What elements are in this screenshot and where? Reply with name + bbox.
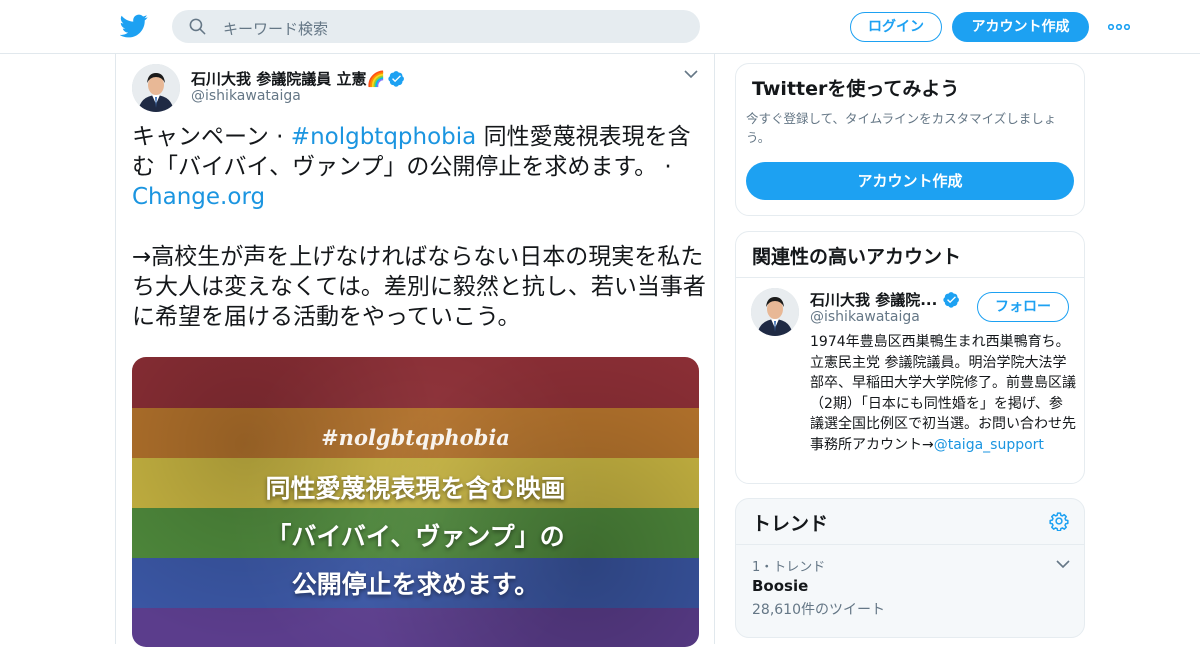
tweet-text: キャンペーン · #nolgbtqphobia 同性愛蔑視表現を含む「バイバイ、… xyxy=(132,122,707,332)
trend-rank: 1・トレンド xyxy=(752,560,826,575)
trend-count: 28,610件のツイート xyxy=(752,602,885,618)
avatar[interactable] xyxy=(751,288,799,336)
signup-card-subtitle: 今すぐ登録して、タイムラインをカスタマイズしましょう。 xyxy=(746,111,1057,145)
related-account-name[interactable]: 石川大我 参議院... xyxy=(810,289,960,310)
related-account-name-text: 石川大我 参議院... xyxy=(810,291,938,309)
search-placeholder: キーワード検索 xyxy=(223,20,329,38)
author-name-text: 石川大我 参議院議員 立憲 xyxy=(191,70,367,88)
trends-card: トレンド 1・トレンド Boosie 28,610件のツイート xyxy=(735,498,1085,638)
login-button[interactable]: ログイン xyxy=(850,12,942,42)
signup-button[interactable]: アカウント作成 xyxy=(952,12,1089,42)
follow-button[interactable]: フォロー xyxy=(977,292,1069,322)
hashtag-link[interactable]: #nolgbtqphobia xyxy=(291,124,476,150)
divider xyxy=(736,544,1084,545)
avatar[interactable] xyxy=(132,64,180,112)
chevron-down-icon[interactable] xyxy=(1056,559,1070,569)
media-hashtag: #nolgbtqphobia xyxy=(321,425,510,450)
rainbow-emoji: 🌈 xyxy=(366,70,386,88)
gear-icon[interactable] xyxy=(1049,511,1069,531)
change-org-link[interactable]: Change.org xyxy=(132,184,265,210)
tweet-text-part1: キャンペーン · xyxy=(132,124,291,150)
author-handle[interactable]: @ishikawataiga xyxy=(191,88,301,104)
signup-card-title: Twitterを使ってみよう xyxy=(752,78,960,100)
tweet-media-image[interactable]: #nolgbtqphobia 同性愛蔑視表現を含む映画 「バイバイ、ヴァンプ」の… xyxy=(132,357,699,647)
verified-badge-icon xyxy=(943,292,960,308)
media-line-1: 同性愛蔑視表現を含む映画 xyxy=(265,474,566,503)
bio-text: 1974年豊島区西巣鴨生まれ西巣鴨育ち。立憲民主党 参議院議員。明治学院大法学部… xyxy=(810,334,1090,453)
trend-name[interactable]: Boosie xyxy=(752,577,808,595)
twitter-bird-icon[interactable] xyxy=(120,12,148,40)
signup-card: Twitterを使ってみよう 今すぐ登録して、タイムラインをカスタマイズしましょ… xyxy=(735,63,1085,216)
verified-badge-icon xyxy=(388,71,405,87)
signup-card-button[interactable]: アカウント作成 xyxy=(746,162,1074,200)
chevron-down-icon[interactable] xyxy=(683,68,699,80)
related-accounts-card: 関連性の高いアカウント 石川大我 参議院... @ishikawataiga フ… xyxy=(735,231,1090,484)
search-input[interactable]: キーワード検索 xyxy=(172,10,700,43)
search-icon xyxy=(189,18,206,35)
related-accounts-title: 関連性の高いアカウント xyxy=(752,246,962,268)
author-name[interactable]: 石川大我 参議院議員 立憲🌈 xyxy=(191,68,405,89)
tweet: 石川大我 参議院議員 立憲🌈 @ishikawataiga キャンペーン · #… xyxy=(115,54,715,647)
related-account-bio: 1974年豊島区西巣鴨生まれ西巣鴨育ち。立憲民主党 参議院議員。明治学院大法学部… xyxy=(810,332,1090,455)
media-line-2: 「バイバイ、ヴァンプ」の xyxy=(266,522,565,551)
related-account-handle[interactable]: @ishikawataiga xyxy=(810,309,920,325)
top-bar: キーワード検索 ログイン アカウント作成 xyxy=(0,0,1200,54)
tweet-text-para2: →高校生が声を上げなければならない日本の現実を私たち大人は変えなくては。差別に毅… xyxy=(132,244,706,330)
divider xyxy=(736,277,1084,278)
media-line-3: 公開停止を求めます。 xyxy=(291,570,540,599)
bio-link[interactable]: @taiga_support xyxy=(934,437,1044,453)
more-icon[interactable] xyxy=(1108,24,1130,30)
trends-title: トレンド xyxy=(752,513,829,535)
